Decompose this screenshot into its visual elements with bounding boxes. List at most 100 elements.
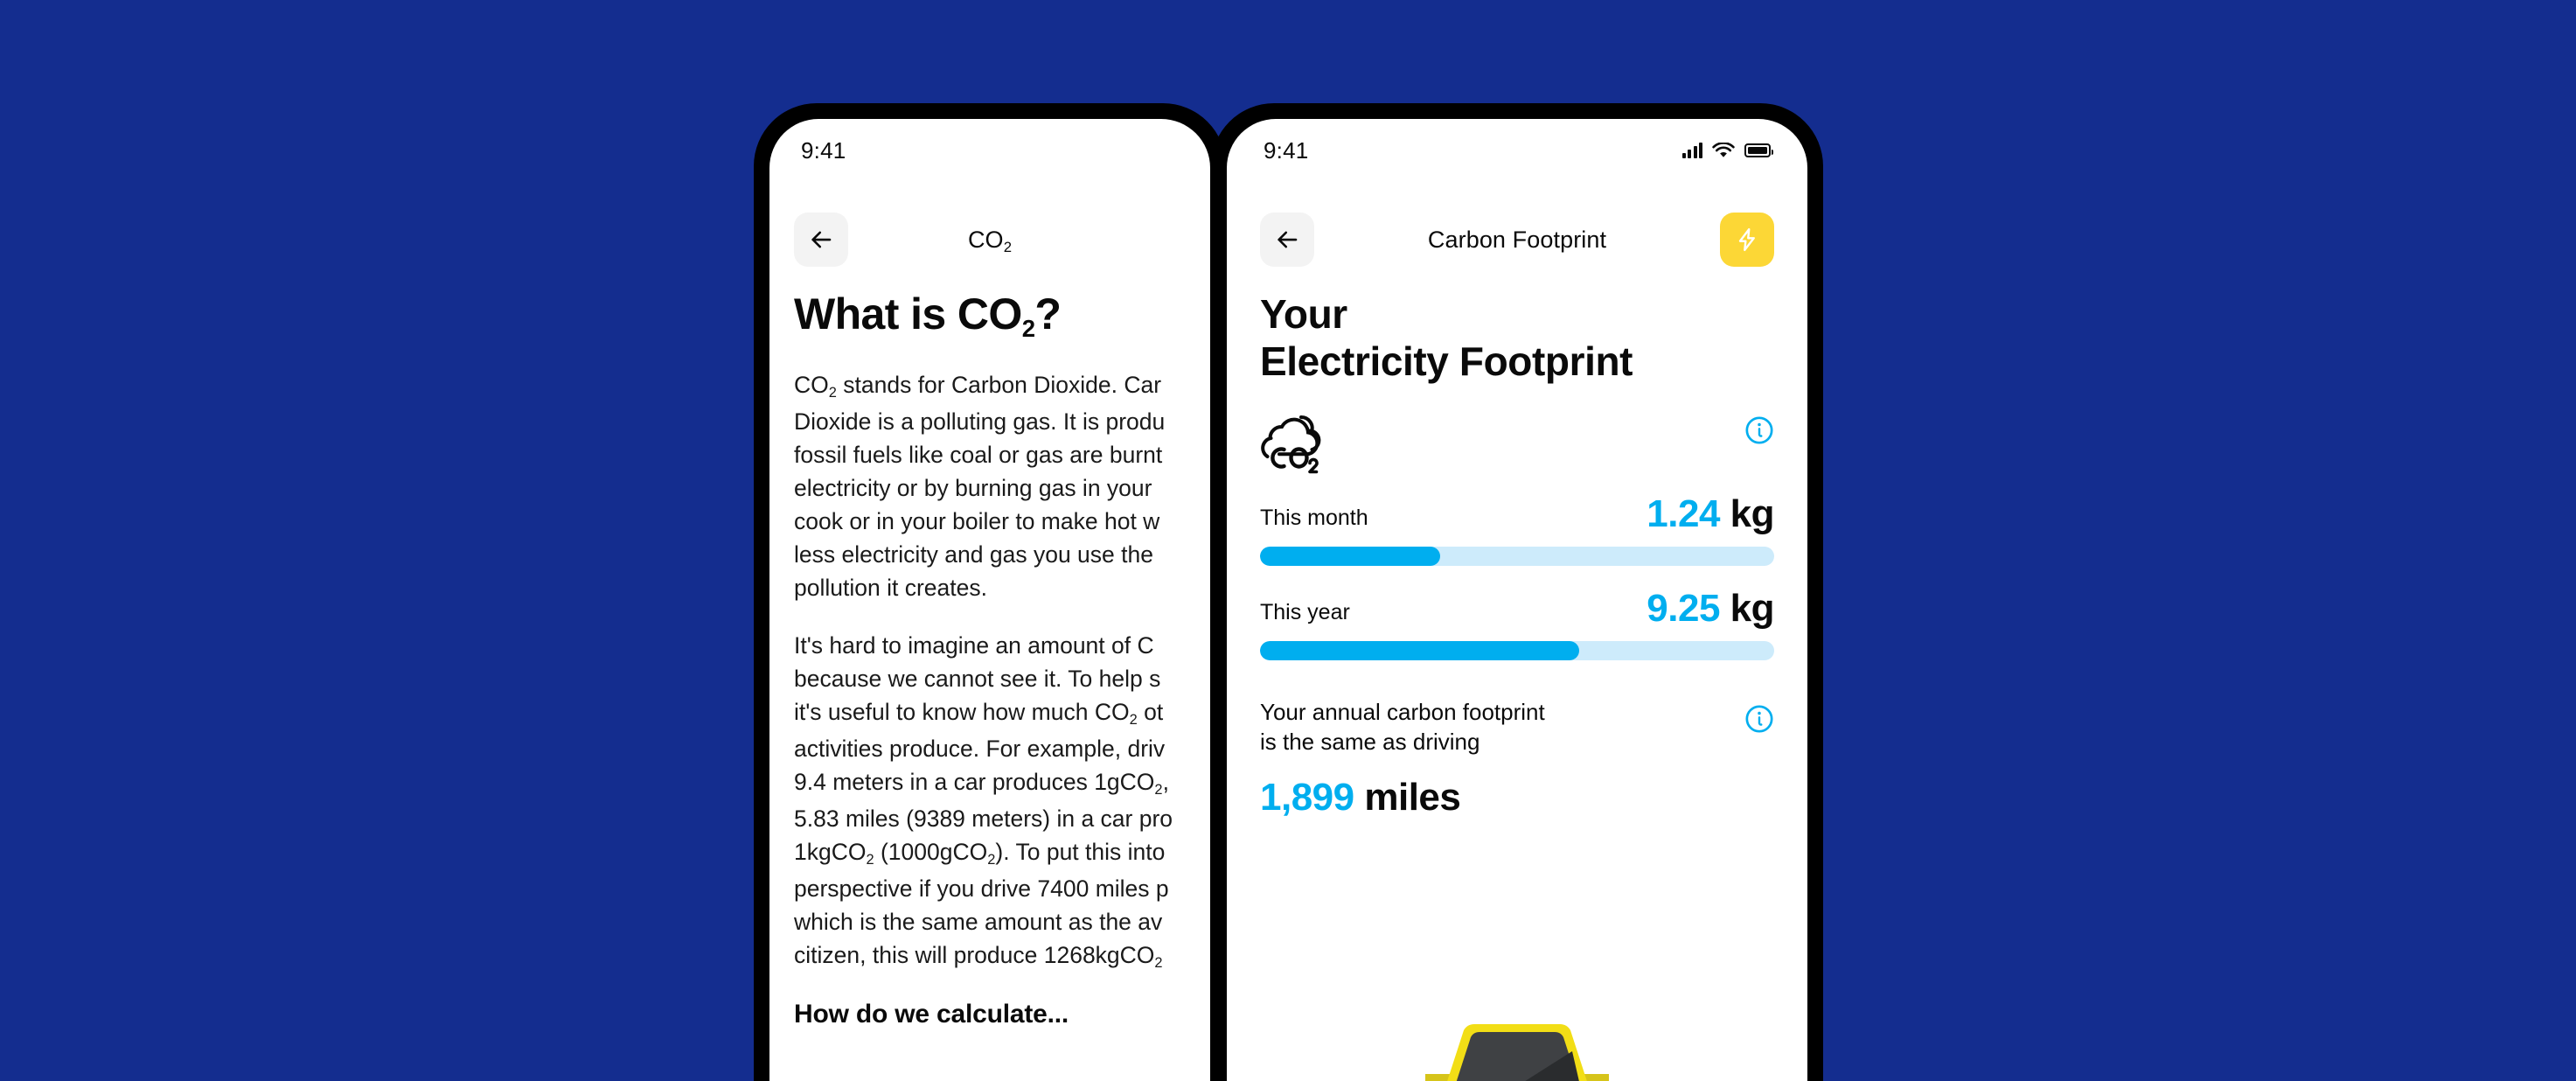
annual-miles-unit: miles xyxy=(1364,775,1461,819)
annual-footprint-block: Your annual carbon footprint is the same… xyxy=(1260,697,1774,819)
wifi-icon xyxy=(1712,142,1735,157)
nav-title-right: Carbon Footprint xyxy=(1427,226,1607,253)
paragraph-line: it's useful to know how much CO2 ot xyxy=(794,699,1163,728)
paragraph-line: electricity or by burning gas in your xyxy=(794,475,1152,501)
paragraph-line: fossil fuels like coal or gas are burnt xyxy=(794,442,1162,468)
poster-stage: 9:41 CO2 What is CO2? CO2 stands for Car… xyxy=(0,0,2576,1081)
status-time: 9:41 xyxy=(801,136,846,164)
signal-bars-icon xyxy=(1681,143,1702,158)
stat-value: 1.24 kg xyxy=(1647,492,1774,536)
cloud-row xyxy=(1260,408,1774,475)
stat-number: 1.24 xyxy=(1647,492,1720,535)
status-bar-left: 9:41 xyxy=(769,119,1210,182)
subscript: 2 xyxy=(1154,781,1163,798)
back-button[interactable] xyxy=(794,213,848,267)
article-paragraph-2: It's hard to imagine an amount of C beca… xyxy=(794,629,1210,975)
text-run: 5.83 miles (9389 meters) in a car pro xyxy=(794,806,1173,832)
text-run: less electricity and gas you use the xyxy=(794,541,1153,568)
text-run: pollution it creates. xyxy=(794,575,987,601)
footprint-heading: Your Electricity Footprint xyxy=(1260,291,1633,385)
stats-list: This month 1.24 kg This year 9.25 kg xyxy=(1260,492,1775,660)
progress-track xyxy=(1260,546,1774,566)
article-heading: What is CO2? xyxy=(794,289,1210,342)
paragraph-line: Dioxide is a polluting gas. It is produ xyxy=(794,408,1165,435)
phone-left-screen: 9:41 CO2 What is CO2? CO2 stands for Car… xyxy=(769,119,1210,1081)
arrow-left-icon xyxy=(1278,231,1298,248)
stat-block: This month 1.24 kg xyxy=(1260,492,1775,566)
article-heading-pre: What is CO xyxy=(794,289,1022,338)
text-run: because we cannot see it. To help s xyxy=(794,666,1161,692)
text-run: It's hard to imagine an amount of C xyxy=(794,632,1154,659)
paragraph-line: citizen, this will produce 1268kgCO2 xyxy=(794,942,1163,971)
annual-miles-number: 1,899 xyxy=(1260,775,1354,819)
text-run: 9.4 meters in a car produces 1gCO xyxy=(794,769,1155,795)
text-run: ). To put this into xyxy=(995,839,1166,865)
subscript: 2 xyxy=(828,384,837,401)
text-run: CO xyxy=(794,372,829,398)
paragraph-line: because we cannot see it. To help s xyxy=(794,666,1160,692)
paragraph-line: cook or in your boiler to make hot w xyxy=(794,508,1159,534)
stat-value: 9.25 kg xyxy=(1647,587,1774,631)
article-body: What is CO2? CO2 stands for Carbon Dioxi… xyxy=(794,290,1210,1081)
stat-label: This year xyxy=(1260,599,1350,624)
subscript: 2 xyxy=(1154,954,1163,971)
paragraph-line: less electricity and gas you use the xyxy=(794,541,1153,568)
text-run: Dioxide is a polluting gas. It is produ xyxy=(794,408,1166,435)
stat-row: This year 9.25 kg xyxy=(1260,587,1775,631)
footprint-body: Your Electricity Footprint This month 1.… xyxy=(1260,290,1775,1081)
paragraph-line: 9.4 meters in a car produces 1gCO2, xyxy=(794,769,1169,798)
battery-icon xyxy=(1744,143,1773,157)
article-heading-sub: 2 xyxy=(1021,315,1035,343)
nav-bar-left: CO2 xyxy=(769,206,1210,273)
paragraph-line: 5.83 miles (9389 meters) in a car pro xyxy=(794,806,1173,832)
back-button[interactable] xyxy=(1260,213,1314,267)
yellow-car-front-icon xyxy=(1425,1024,1609,1081)
paragraph-line: activities produce. For example, driv xyxy=(794,736,1165,762)
paragraph-line: It's hard to imagine an amount of C xyxy=(794,632,1154,659)
lightning-bolt-icon xyxy=(1738,227,1755,252)
text-run: 1kgCO xyxy=(794,839,867,865)
paragraph-line: which is the same amount as the av xyxy=(794,909,1162,935)
nav-bar-right: Carbon Footprint xyxy=(1227,206,1807,273)
progress-fill xyxy=(1260,546,1440,566)
co2-cloud-icon xyxy=(1261,415,1321,473)
status-time: 9:41 xyxy=(1264,136,1309,164)
paragraph-line: perspective if you drive 7400 miles p xyxy=(794,875,1169,902)
progress-fill xyxy=(1260,640,1579,660)
stat-block: This year 9.25 kg xyxy=(1260,587,1775,660)
info-icon[interactable] xyxy=(1744,415,1774,445)
paragraph-line: pollution it creates. xyxy=(794,575,987,601)
text-run: , xyxy=(1162,769,1169,795)
text-run: cook or in your boiler to make hot w xyxy=(794,508,1160,534)
text-run: (1000gCO xyxy=(874,839,988,865)
subscript: 2 xyxy=(1129,711,1138,728)
status-bar-right: 9:41 xyxy=(1227,119,1807,182)
progress-track xyxy=(1260,640,1774,660)
phone-mockup-left: 9:41 CO2 What is CO2? CO2 stands for Car… xyxy=(754,103,1226,1081)
annual-row: Your annual carbon footprint is the same… xyxy=(1260,697,1774,757)
text-run: stands for Carbon Dioxide. Car xyxy=(836,372,1162,398)
paragraph-line: 1kgCO2 (1000gCO2). To put this into xyxy=(794,839,1166,868)
lightning-action-button[interactable] xyxy=(1720,213,1774,267)
nav-title-subscript: 2 xyxy=(1003,238,1013,255)
status-icons xyxy=(1681,142,1773,159)
info-icon[interactable] xyxy=(1744,704,1774,734)
phone-mockup-right: 9:41 Carbon Footprint Your Electricity F… xyxy=(1211,103,1823,1081)
article-paragraph-1: CO2 stands for Carbon Dioxide. Car Dioxi… xyxy=(794,368,1210,604)
annual-description: Your annual carbon footprint is the same… xyxy=(1260,698,1545,755)
arrow-left-icon xyxy=(811,231,832,248)
text-run: citizen, this will produce 1268kgCO xyxy=(794,942,1155,968)
text-run: which is the same amount as the av xyxy=(794,909,1163,935)
article-heading-post: ? xyxy=(1034,289,1062,338)
stat-label: This month xyxy=(1260,505,1368,530)
stat-row: This month 1.24 kg xyxy=(1260,492,1775,536)
stat-number: 9.25 xyxy=(1647,586,1720,630)
annual-miles-value: 1,899 miles xyxy=(1260,776,1774,819)
phone-right-screen: 9:41 Carbon Footprint Your Electricity F… xyxy=(1227,119,1807,1081)
car-illustration-wrap xyxy=(1260,1020,1774,1081)
stat-unit: kg xyxy=(1719,586,1775,630)
nav-title-text: CO xyxy=(967,226,1004,253)
text-run: activities produce. For example, driv xyxy=(794,736,1166,762)
nav-title-left: CO2 xyxy=(848,226,1131,255)
paragraph-line: CO2 stands for Carbon Dioxide. Car xyxy=(794,372,1162,401)
